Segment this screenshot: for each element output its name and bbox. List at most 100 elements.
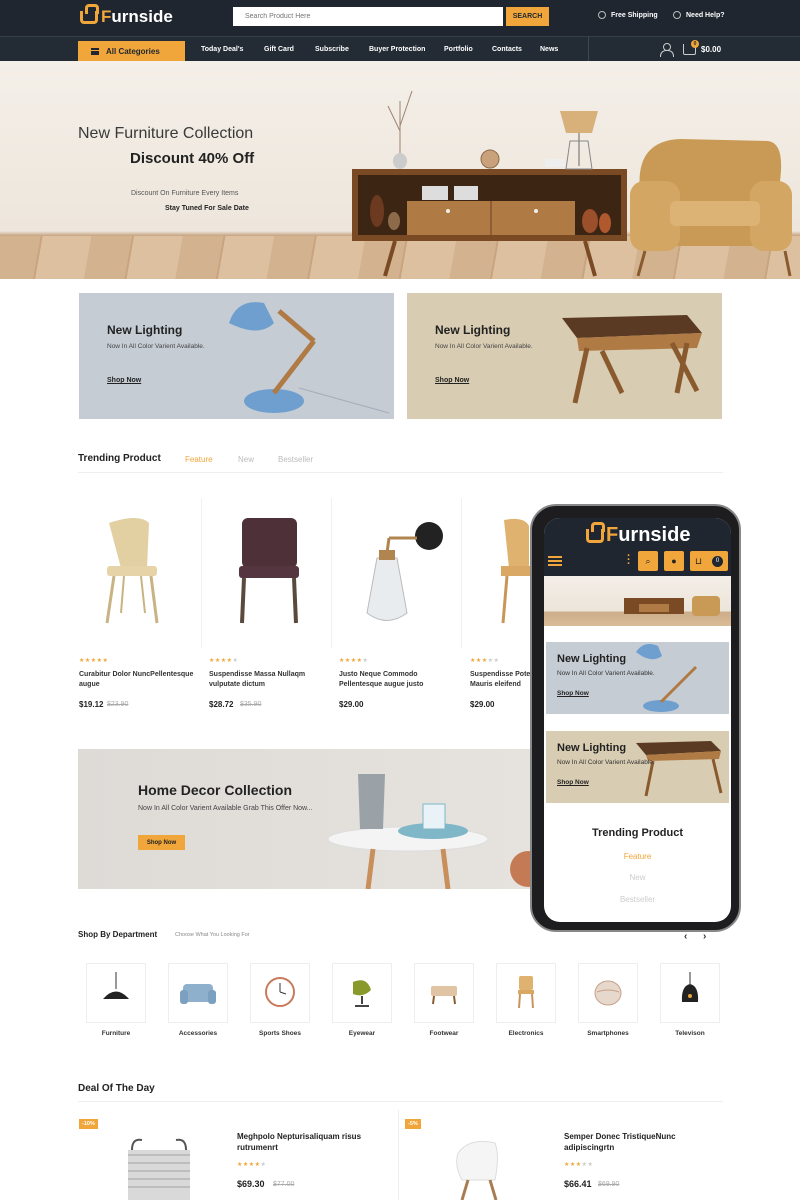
search-input[interactable] [233,7,503,26]
tab-bestseller[interactable]: Bestseller [544,895,731,904]
department-tile[interactable] [496,963,556,1023]
product-name[interactable]: Suspendisse Massa Nullaqm vulputate dictu… [209,670,331,690]
tab-bestseller[interactable]: Bestseller [278,455,313,464]
product-price: $19.12 [79,700,104,709]
tab-new[interactable]: New [544,873,731,882]
shop-now-button[interactable]: Shop Now [138,835,185,850]
department-tile[interactable] [168,963,228,1023]
department-tile[interactable] [250,963,310,1023]
banner-lighting-1[interactable]: New Lighting Now In All Color Varient Av… [79,293,394,419]
department-label[interactable]: Televison [645,1030,735,1037]
phone-cart-button[interactable]: ⊔ 0 [690,551,728,571]
department-label[interactable]: Smartphones [563,1030,653,1037]
department-label[interactable]: Accessories [153,1030,243,1037]
white-chair-image[interactable] [440,1135,540,1200]
nav-item-portfolio[interactable]: Portfolio [444,46,473,53]
banner-title: New Lighting [107,323,183,337]
home-decor-banner[interactable]: Home Decor Collection Now In All Color V… [78,749,538,889]
free-shipping-link[interactable]: Free Shipping [598,11,658,19]
department-tile[interactable] [86,963,146,1023]
product-name[interactable]: Curabitur Dolor NuncPellentesque augue [79,670,201,690]
vase-icon [594,980,622,1006]
department-tile[interactable] [414,963,474,1023]
rating-stars: ★★★★★ [470,658,500,664]
hero-note: Stay Tuned For Sale Date [165,205,249,212]
sofa-chair-icon [180,984,216,1004]
logo-text: urnside [111,7,173,26]
shop-now-link[interactable]: Shop Now [557,690,589,697]
search-button[interactable]: SEARCH [506,7,549,26]
wall-lamp-image [366,522,443,621]
banner-title: New Lighting [435,323,511,337]
user-icon[interactable] [660,43,674,57]
deal-divider [78,1101,723,1102]
deal-product-name[interactable]: Meghpolo Nepturisaliquam risus rutrumenrt [237,1131,397,1153]
all-categories-button[interactable]: All Categories [78,41,185,62]
discount-badge: -10% [79,1119,98,1129]
product-old-price: $23.90 [107,701,129,708]
product-old-price: $35.90 [240,701,262,708]
deal-product-name[interactable]: Semper Donec TristiqueNunc adipiscingrtn [564,1131,724,1153]
user-icon[interactable]: ● [664,551,684,571]
department-label[interactable]: Sports Shoes [235,1030,325,1037]
cart-total[interactable]: $0.00 [701,45,721,54]
main-nav: All Categories Today Deal's Gift Card Su… [0,36,800,62]
site-logo[interactable]: Furnside [80,3,173,27]
phone-hero-image[interactable] [544,576,731,626]
phone-banner-2[interactable]: New Lighting Now In All Color Varient Av… [546,731,729,803]
product-name[interactable]: Suspendisse Pote Mauris eleifend [470,670,532,690]
need-help-link[interactable]: Need Help? [673,11,725,19]
product-price: $29.00 [470,700,495,709]
shop-now-link[interactable]: Shop Now [107,377,141,384]
phone-trending-title: Trending Product [591,827,684,839]
search-icon[interactable]: ⌕ [638,551,658,571]
phone-banner-1[interactable]: New Lighting Now In All Color Varient Av… [546,642,729,714]
phone-logo[interactable]: Furnside [586,521,690,547]
phone-header: Furnside · · · ⌕ ● ⊔ 0 [544,518,731,576]
nav-item-gift-card[interactable]: Gift Card [264,46,294,53]
banner-subtitle: Now In All Color Varient Available. [557,759,655,766]
next-arrow-icon[interactable]: › [703,931,706,942]
nav-item-today-deals[interactable]: Today Deal's [201,46,243,53]
menu-icon [91,48,99,55]
shop-now-link[interactable]: Shop Now [435,377,469,384]
pendant-lamp-icon [103,972,129,999]
tab-new[interactable]: New [238,455,254,464]
product-card[interactable] [209,498,329,653]
department-label[interactable]: Electronics [481,1030,571,1037]
tab-feature[interactable]: Feature [544,852,731,861]
department-label[interactable]: Eyewear [317,1030,407,1037]
all-categories-label: All Categories [106,47,160,56]
purple-chair-image [239,518,299,624]
nav-item-subscribe[interactable]: Subscribe [315,46,349,53]
wooden-chair-icon [518,976,534,1009]
deal-price: $66.41 [564,1179,592,1189]
nav-item-contacts[interactable]: Contacts [492,46,522,53]
department-tile[interactable] [578,963,638,1023]
department-tile[interactable] [332,963,392,1023]
deal-old-price: $77.00 [273,1181,295,1188]
hero-banner[interactable]: New Furniture Collection Discount 40% Of… [0,61,800,279]
prev-arrow-icon[interactable]: ‹ [684,931,687,942]
basket-image[interactable] [110,1130,210,1200]
department-tile[interactable] [660,963,720,1023]
product-name[interactable]: Justo Neque Commodo Pellentesque augue ju… [339,670,461,690]
nav-item-buyer-protection[interactable]: Buyer Protection [369,46,425,53]
product-card[interactable] [79,498,199,653]
product-card[interactable] [339,498,459,653]
banner-lighting-2[interactable]: New Lighting Now In All Color Varient Av… [407,293,722,419]
decor-title: Home Decor Collection [138,782,293,798]
chair-image [105,518,159,624]
deal-old-price: $69.90 [598,1181,620,1188]
more-icon[interactable]: · · · [627,551,631,570]
banner-title: New Lighting [557,742,627,754]
tab-feature[interactable]: Feature [185,455,213,464]
department-label[interactable]: Furniture [71,1030,161,1037]
rating-stars: ★★★★★ [564,1162,594,1168]
department-subtitle: Choose What You Looking For [175,932,250,938]
nav-item-news[interactable]: News [540,46,558,53]
deal-price: $69.30 [237,1179,265,1189]
department-label[interactable]: Footwear [399,1030,489,1037]
menu-icon[interactable] [548,556,562,566]
shop-now-link[interactable]: Shop Now [557,779,589,786]
